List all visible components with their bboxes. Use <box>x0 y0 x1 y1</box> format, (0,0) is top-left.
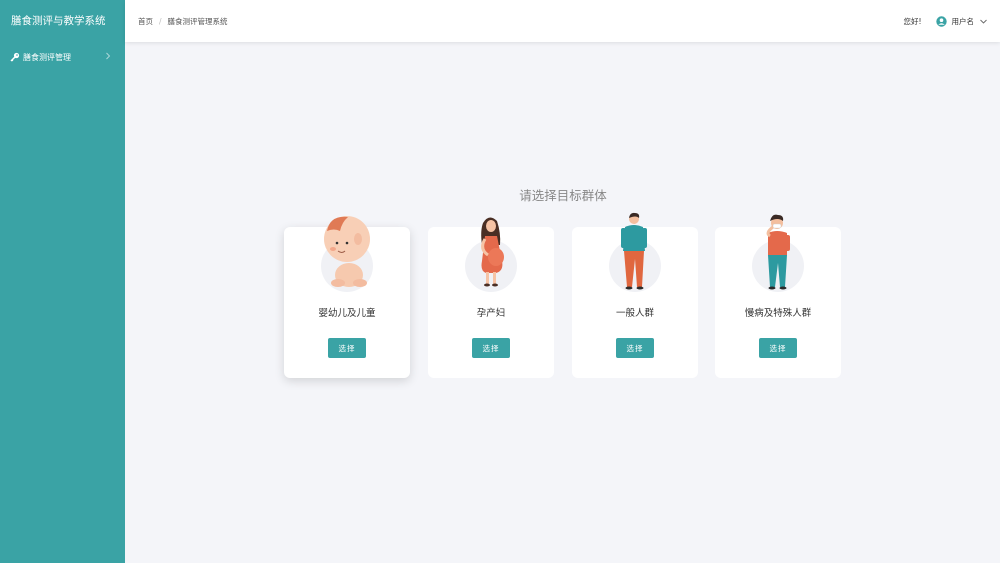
chevron-right-icon <box>103 51 113 61</box>
user-name[interactable]: 用户名 <box>952 16 975 27</box>
key-icon <box>10 51 22 63</box>
group-label: 慢病及特殊人群 <box>744 308 812 319</box>
sidebar: 膳食测评与教学系统 膳食测评管理 <box>0 0 125 563</box>
breadcrumb-current: 膳食测评管理系统 <box>167 16 228 26</box>
group-label: 孕产妇 <box>476 308 506 319</box>
greeting-text: 您好! <box>903 16 922 26</box>
sick-person-icon <box>743 209 813 291</box>
group-card-chronic[interactable]: 慢病及特殊人群 选择 <box>715 214 841 378</box>
man-icon <box>600 209 670 291</box>
sidebar-item-label: 膳食测评管理 <box>23 52 71 62</box>
app-title: 膳食测评与教学系统 <box>11 15 106 27</box>
user-area: 您好! 用户名 <box>903 0 988 42</box>
group-card-general[interactable]: 一般人群 选择 <box>572 212 698 378</box>
breadcrumb: 首页 / 膳食测评管理系统 <box>138 0 228 42</box>
select-button[interactable]: 选择 <box>472 338 510 358</box>
pregnant-woman-icon <box>456 209 526 291</box>
group-card-pregnant[interactable]: 孕产妇 选择 <box>428 217 554 378</box>
chevron-down-icon[interactable] <box>979 17 988 26</box>
sidebar-item-diet-assessment[interactable]: 膳食测评管理 <box>0 48 125 66</box>
group-label: 一般人群 <box>615 308 654 319</box>
select-button[interactable]: 选择 <box>759 338 797 358</box>
group-card-infant[interactable]: 婴幼儿及儿童 选择 <box>284 216 410 378</box>
top-header: 首页 / 膳食测评管理系统 您好! 用户名 <box>125 0 1000 42</box>
select-button[interactable]: 选择 <box>616 338 654 358</box>
breadcrumb-separator: / <box>159 16 162 26</box>
baby-icon <box>312 209 382 291</box>
page-title: 请选择目标群体 <box>519 188 607 203</box>
breadcrumb-home[interactable]: 首页 <box>138 16 153 27</box>
user-avatar-icon[interactable] <box>935 15 947 27</box>
group-label: 婴幼儿及儿童 <box>318 308 376 319</box>
select-button[interactable]: 选择 <box>328 338 366 358</box>
